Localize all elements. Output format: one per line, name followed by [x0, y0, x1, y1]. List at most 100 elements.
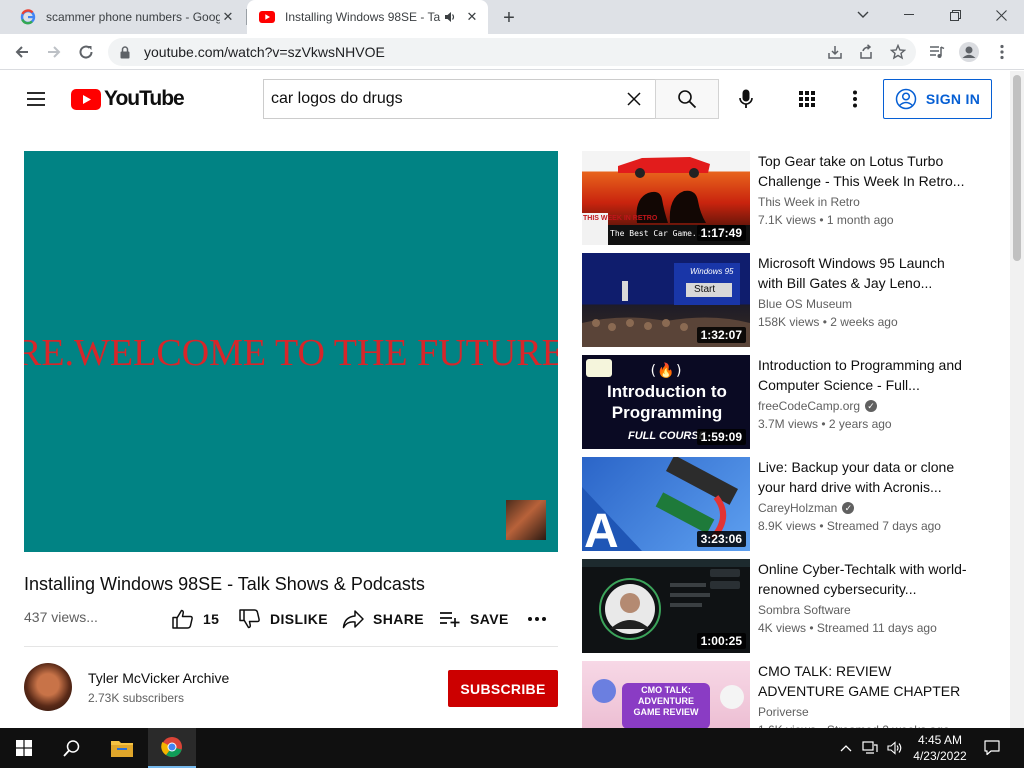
- voice-search-button[interactable]: [730, 83, 762, 115]
- related-video-item[interactable]: 1:00:25 Online Cyber-Techtalk with world…: [582, 559, 982, 653]
- save-label: SAVE: [470, 611, 509, 627]
- related-video-item[interactable]: A 3:23:06 Live: Backup your data or clon…: [582, 457, 982, 551]
- related-video-title[interactable]: Live: Backup your data or clone your har…: [758, 457, 968, 497]
- video-more-actions-icon[interactable]: [528, 607, 555, 631]
- save-button[interactable]: SAVE: [439, 607, 509, 631]
- video-thumbnail[interactable]: Windows 95 Start 1:32:07: [582, 253, 750, 347]
- thumbnail-tag-text: Start: [694, 284, 716, 295]
- install-app-icon[interactable]: [824, 41, 846, 63]
- related-video-title[interactable]: Online Cyber-Techtalk with world-renowne…: [758, 559, 968, 599]
- tab-search-icon[interactable]: [840, 0, 886, 30]
- media-queue-icon[interactable]: [926, 41, 948, 63]
- related-channel-name[interactable]: Sombra Software: [758, 603, 851, 617]
- new-tab-button[interactable]: +: [498, 7, 520, 29]
- close-tab-icon[interactable]: ✕: [464, 9, 480, 25]
- microphone-icon: [739, 89, 753, 108]
- page-scrollbar-thumb[interactable]: [1013, 75, 1021, 261]
- google-g-icon: [20, 9, 36, 25]
- speaker-icon[interactable]: [444, 11, 456, 23]
- video-player[interactable]: RE.WELCOME TO THE FUTURE: [24, 151, 558, 552]
- channel-label: Sombra Software: [758, 603, 851, 617]
- thumbs-up-icon: [172, 609, 193, 629]
- verified-badge-icon: ✓: [865, 400, 878, 412]
- related-video-item[interactable]: THIS WEEK IN RETRO The Best Car Game...I…: [582, 151, 982, 245]
- apps-grid-icon[interactable]: [795, 87, 819, 111]
- network-icon[interactable]: [858, 728, 882, 768]
- address-bar[interactable]: youtube.com/watch?v=szVkwsNHVOE: [108, 38, 916, 66]
- back-button[interactable]: [8, 38, 36, 66]
- volume-icon[interactable]: [883, 728, 907, 768]
- thumbnail-caption-text: CMO TALK: ADVENTURE GAME REVIEW: [633, 685, 699, 717]
- restore-button[interactable]: [932, 0, 978, 30]
- lock-icon[interactable]: [120, 45, 134, 59]
- show-hidden-icons-chevron-icon[interactable]: [836, 728, 856, 768]
- profile-avatar-icon[interactable]: [958, 41, 980, 63]
- close-tab-icon[interactable]: ✕: [220, 9, 236, 25]
- notifications-icon[interactable]: [978, 728, 1006, 768]
- clear-search-icon[interactable]: [622, 87, 646, 111]
- hamburger-menu-icon[interactable]: [24, 87, 48, 111]
- video-duration: 3:23:06: [696, 531, 746, 547]
- video-thumbnail[interactable]: 1:00:25: [582, 559, 750, 653]
- channel-avatar[interactable]: [24, 663, 72, 711]
- related-video-title[interactable]: CMO TALK: REVIEW ADVENTURE GAME CHAPTER …: [758, 661, 968, 701]
- playlist-add-icon: [440, 612, 460, 627]
- windows-logo-icon: [16, 740, 32, 756]
- more-options-icon[interactable]: [843, 87, 867, 111]
- view-count[interactable]: 437 views...: [24, 609, 98, 625]
- channel-name[interactable]: Tyler McVicker Archive: [88, 670, 229, 686]
- browser-tab-youtube[interactable]: Installing Windows 98SE - Ta ✕: [247, 0, 488, 34]
- like-button[interactable]: 15: [172, 607, 219, 631]
- svg-text:(🔥): (🔥): [649, 362, 683, 379]
- sign-in-button[interactable]: SIGN IN: [883, 79, 992, 119]
- taskbar-clock[interactable]: 4:45 AM 4/23/2022: [910, 732, 970, 764]
- video-thumbnail[interactable]: (🔥) Introduction to Programming FULL COU…: [582, 355, 750, 449]
- related-video-item[interactable]: (🔥) Introduction to Programming FULL COU…: [582, 355, 982, 449]
- related-channel-name[interactable]: freeCodeCamp.org ✓: [758, 399, 878, 413]
- video-thumbnail[interactable]: THIS WEEK IN RETRO The Best Car Game...I…: [582, 151, 750, 245]
- minimize-button[interactable]: [886, 0, 932, 30]
- video-thumbnail[interactable]: A 3:23:06: [582, 457, 750, 551]
- channel-label: freeCodeCamp.org: [758, 399, 861, 413]
- bookmark-star-icon[interactable]: [887, 41, 909, 63]
- related-channel-name[interactable]: Blue OS Museum: [758, 297, 852, 311]
- dislike-button[interactable]: DISLIKE: [239, 607, 328, 631]
- forward-button[interactable]: [40, 38, 68, 66]
- related-channel-name[interactable]: CareyHolzman ✓: [758, 501, 855, 515]
- channel-label: Blue OS Museum: [758, 297, 853, 311]
- related-video-item[interactable]: Windows 95 Start 1:32:07 Microsoft Windo…: [582, 253, 982, 347]
- related-video-title[interactable]: Microsoft Windows 95 Launch with Bill Ga…: [758, 253, 968, 293]
- search-button[interactable]: [655, 79, 719, 119]
- start-button[interactable]: [0, 728, 48, 768]
- video-webcam-inset: [506, 500, 546, 540]
- taskbar-search-icon[interactable]: [48, 728, 96, 768]
- related-video-meta: 4K views • Streamed 11 days ago: [758, 621, 937, 635]
- browser-tab-google[interactable]: scammer phone numbers - Goog ✕: [8, 0, 244, 34]
- like-count: 15: [203, 611, 220, 627]
- browser-tab-strip: scammer phone numbers - Goog ✕ Installin…: [0, 0, 1024, 34]
- share-icon[interactable]: [855, 41, 877, 63]
- search-input[interactable]: car logos do drugs: [263, 79, 656, 119]
- video-duration: 1:00:25: [696, 633, 746, 649]
- subscribe-button[interactable]: SUBSCRIBE: [448, 670, 558, 707]
- related-channel-name[interactable]: This Week in Retro: [758, 195, 860, 209]
- related-video-meta: 7.1K views • 1 month ago: [758, 213, 894, 227]
- close-window-button[interactable]: [978, 0, 1024, 30]
- sign-in-label: SIGN IN: [925, 91, 981, 107]
- video-title: Installing Windows 98SE - Talk Shows & P…: [24, 574, 425, 594]
- video-duration: 1:32:07: [696, 327, 746, 343]
- youtube-logo[interactable]: YouTube: [71, 87, 185, 110]
- related-video-title[interactable]: Top Gear take on Lotus Turbo Challenge -…: [758, 151, 968, 191]
- chrome-taskbar-icon[interactable]: [148, 728, 196, 768]
- file-explorer-icon[interactable]: [98, 728, 146, 768]
- video-duration: 1:59:09: [696, 429, 746, 445]
- verified-badge-icon: ✓: [842, 502, 855, 514]
- reload-button[interactable]: [72, 38, 100, 66]
- chrome-menu-icon[interactable]: [991, 41, 1013, 63]
- thumbnail-caption-text: Windows 95: [690, 267, 734, 276]
- related-video-meta: 158K views • 2 weeks ago: [758, 315, 898, 329]
- related-video-title[interactable]: Introduction to Programming and Computer…: [758, 355, 968, 395]
- share-button[interactable]: SHARE: [342, 607, 424, 631]
- thumbnail-tag-text: FULL COURSE: [628, 430, 707, 442]
- related-channel-name[interactable]: Poriverse: [758, 705, 809, 719]
